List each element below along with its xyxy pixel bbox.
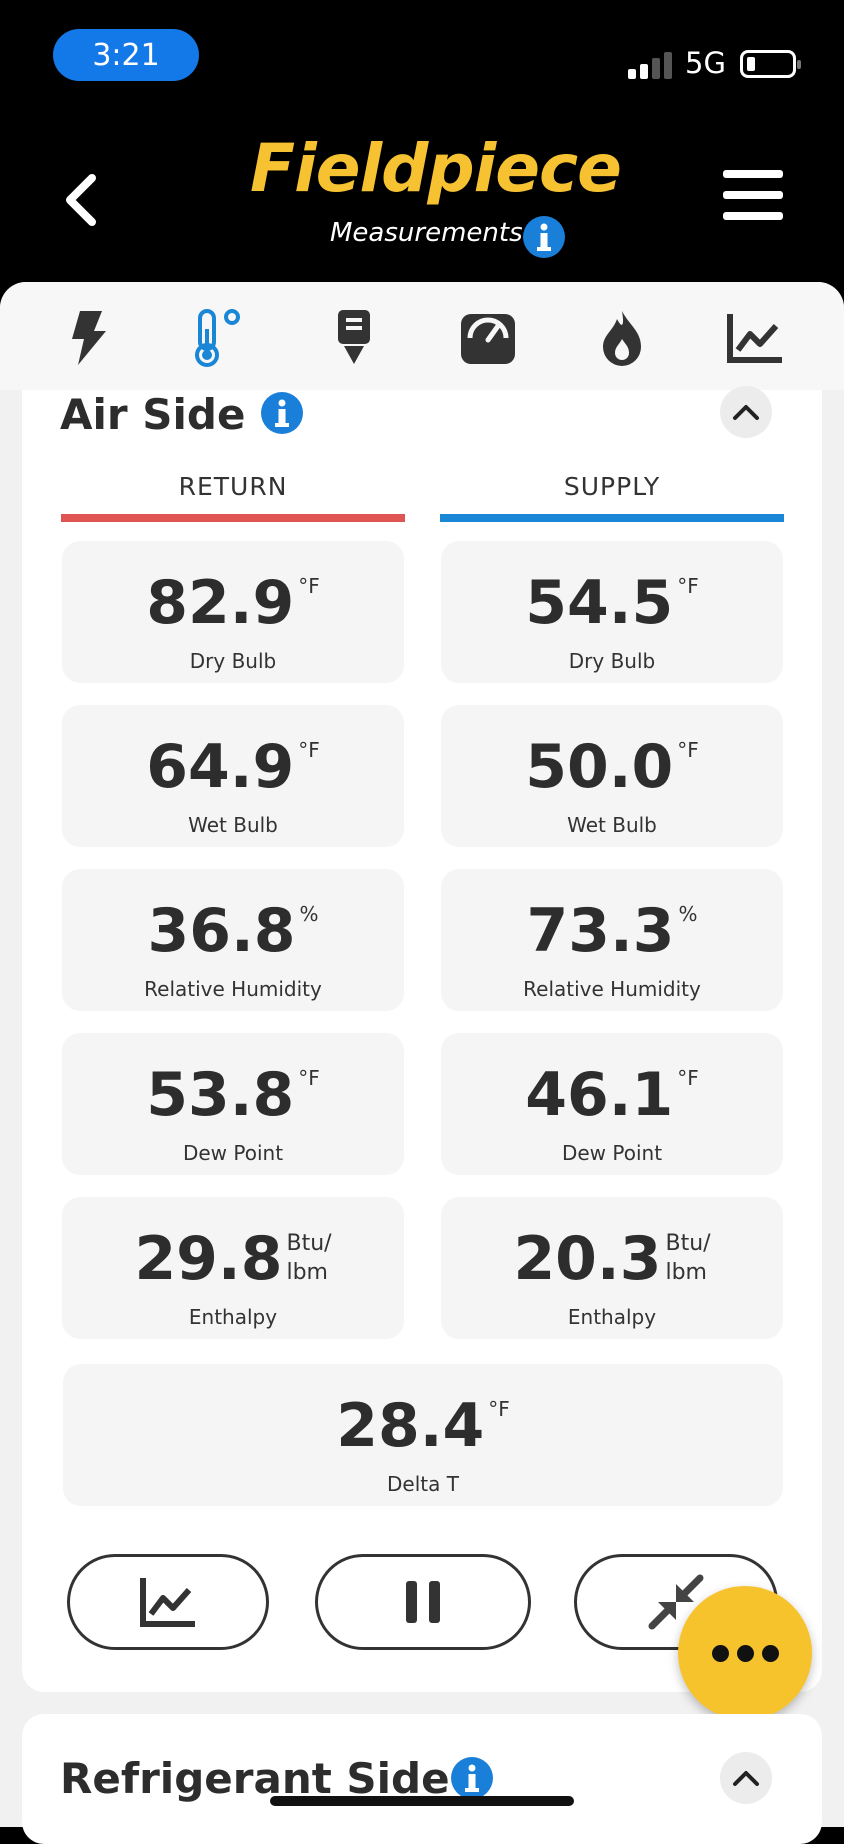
reading-unit: °F <box>488 1397 510 1421</box>
reading-value: 29.8 <box>134 1224 283 1294</box>
reading-value: 54.5 <box>525 568 674 638</box>
reading-unit: % <box>678 902 698 926</box>
collapse-button-air-side[interactable] <box>720 386 772 438</box>
return-dry-bulb-tile: 82.9 °F Dry Bulb <box>62 541 404 683</box>
reading-label: Relative Humidity <box>523 977 701 1001</box>
trend-chart-icon <box>727 314 782 363</box>
network-type: 5G <box>685 46 726 80</box>
refrigerant-side-card: Refrigerant Side <box>22 1714 822 1844</box>
info-icon <box>451 1757 493 1799</box>
reading-value: 53.8 <box>146 1060 295 1130</box>
reading-value: 64.9 <box>146 732 295 802</box>
column-header-return: RETURN <box>178 472 288 501</box>
reading-unit: °F <box>677 574 699 598</box>
home-indicator[interactable] <box>270 1796 574 1806</box>
return-wet-bulb-tile: 64.9 °F Wet Bulb <box>62 705 404 847</box>
info-button-air-side[interactable] <box>260 391 304 439</box>
unit-line: lbm <box>665 1260 707 1285</box>
reading-value: 73.3 <box>526 896 675 966</box>
lightning-icon <box>72 311 106 365</box>
status-bar: 3:21 5G <box>0 0 844 110</box>
reading-unit: °F <box>298 574 320 598</box>
tab-electrical[interactable] <box>58 308 118 368</box>
info-icon <box>261 392 303 434</box>
trend-graph-button[interactable] <box>67 1554 269 1650</box>
gauge-icon <box>461 314 515 364</box>
return-dew-point-tile: 53.8 °F Dew Point <box>62 1033 404 1175</box>
flame-icon <box>603 311 641 366</box>
supply-dry-bulb-tile: 54.5 °F Dry Bulb <box>441 541 783 683</box>
info-button-header[interactable] <box>522 215 566 263</box>
return-humidity-tile: 36.8% Relative Humidity <box>62 869 404 1011</box>
pause-button[interactable] <box>315 1554 531 1650</box>
supply-enthalpy-tile: 20.3 Btu/lbm Enthalpy <box>441 1197 783 1339</box>
tab-trends[interactable] <box>725 308 785 368</box>
signal-icon <box>628 52 672 79</box>
chevron-up-icon <box>733 1771 759 1786</box>
reading-unit: °F <box>677 1066 699 1090</box>
tab-temperature[interactable] <box>190 308 254 368</box>
reading-label: Delta T <box>387 1472 459 1496</box>
chevron-left-icon <box>66 174 96 226</box>
reading-value: 46.1 <box>525 1060 674 1130</box>
status-time: 3:21 <box>53 29 199 81</box>
supply-dew-point-tile: 46.1 °F Dew Point <box>441 1033 783 1175</box>
tab-pressure[interactable] <box>458 308 518 368</box>
reading-value: 20.3 <box>513 1224 662 1294</box>
more-dots-icon <box>711 1644 729 1662</box>
reading-value: 82.9 <box>146 568 295 638</box>
delta-t-tile: 28.4 °F Delta T <box>63 1364 783 1506</box>
info-icon <box>523 216 565 258</box>
chevron-up-icon <box>733 405 759 420</box>
reading-label: Relative Humidity <box>144 977 322 1001</box>
reading-label: Wet Bulb <box>188 813 278 837</box>
reading-unit: °F <box>677 738 699 762</box>
reading-label: Dry Bulb <box>568 649 656 673</box>
reading-value: 36.8 <box>147 896 296 966</box>
supply-humidity-tile: 73.3% Relative Humidity <box>441 869 783 1011</box>
reading-label: Dew Point <box>561 1141 663 1165</box>
reading-unit: Btu/lbm <box>286 1229 331 1287</box>
reading-label: Enthalpy <box>188 1305 278 1329</box>
reading-unit: Btu/lbm <box>665 1229 710 1287</box>
page-subtitle: Measurements <box>330 218 523 248</box>
drain-icon <box>338 310 370 364</box>
back-button[interactable] <box>58 170 104 230</box>
hamburger-menu-button[interactable] <box>723 170 783 226</box>
reading-label: Wet Bulb <box>567 813 657 837</box>
unit-line: Btu/ <box>286 1231 332 1256</box>
supply-color-bar <box>440 514 784 522</box>
column-header-supply: SUPPLY <box>563 472 661 501</box>
trend-chart-icon <box>140 1578 195 1627</box>
unit-line: lbm <box>286 1260 328 1285</box>
reading-label: Enthalpy <box>567 1305 657 1329</box>
reading-value: 50.0 <box>525 732 674 802</box>
reading-unit: % <box>299 902 319 926</box>
reading-unit: °F <box>298 738 320 762</box>
collapse-button-refrigerant-side[interactable] <box>720 1752 772 1804</box>
unit-line: Btu/ <box>665 1231 711 1256</box>
return-enthalpy-tile: 29.8 Btu/lbm Enthalpy <box>62 1197 404 1339</box>
battery-icon <box>740 50 801 78</box>
reading-value: 28.4 <box>336 1391 485 1461</box>
thermometer-icon <box>195 309 240 367</box>
pause-icon <box>406 1581 440 1623</box>
tab-condensate[interactable] <box>324 308 384 368</box>
supply-wet-bulb-tile: 50.0 °F Wet Bulb <box>441 705 783 847</box>
air-side-card: Air Side RETURN SUPPLY 82.9 °F Dry Bulb 6… <box>22 386 822 1692</box>
return-color-bar <box>61 514 405 522</box>
reading-unit: °F <box>298 1066 320 1090</box>
reading-label: Dew Point <box>182 1141 284 1165</box>
section-title-air-side: Air Side <box>60 390 246 439</box>
measurement-tab-bar <box>0 282 844 390</box>
tab-combustion[interactable] <box>592 308 652 368</box>
reading-label: Dry Bulb <box>189 649 277 673</box>
more-actions-button[interactable] <box>678 1586 812 1720</box>
app-logo: Fieldpiece <box>250 130 622 207</box>
